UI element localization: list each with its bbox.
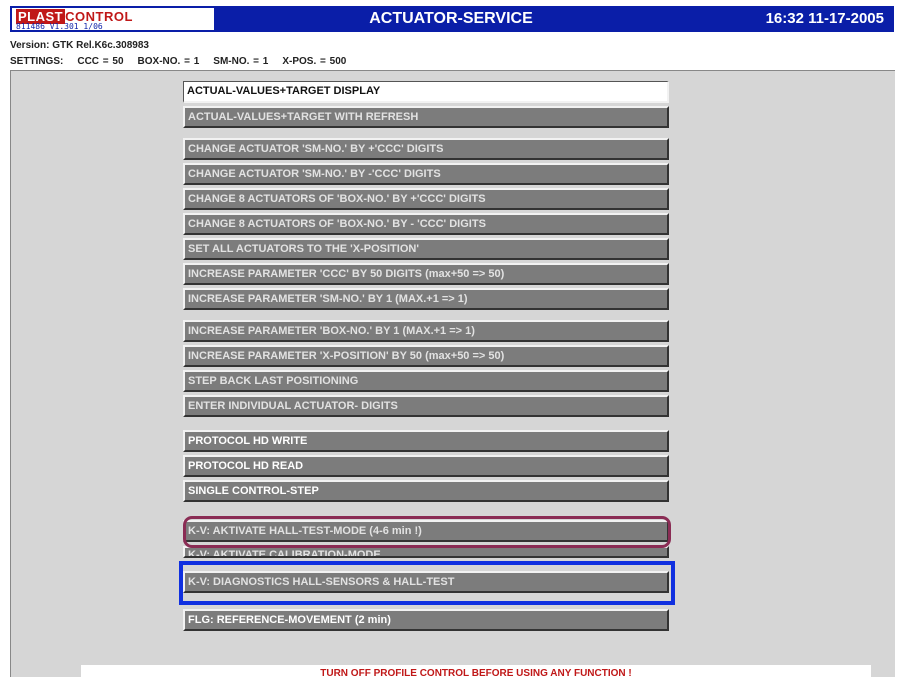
menu-enter-actuator-digits[interactable]: ENTER INDIVIDUAL ACTUATOR- DIGITS xyxy=(183,395,669,417)
setting-sm-no: SM-NO. = 1 xyxy=(213,56,269,67)
menu-increase-box-no[interactable]: INCREASE PARAMETER 'BOX-NO.' BY 1 (MAX.+… xyxy=(183,320,669,342)
page-title: ACTUATOR-SERVICE xyxy=(369,10,533,27)
version-text: Version: GTK Rel.K6c.308983 xyxy=(10,40,149,51)
plastcontrol-logo: PLAST CONTROL 811486 V1.301 1/06 xyxy=(10,6,216,32)
title-bar: PLAST CONTROL 811486 V1.301 1/06 ACTUATOR… xyxy=(10,6,894,32)
menu-panel: ACTUAL-VALUES+TARGET DISPLAY ACTUAL-VALU… xyxy=(10,70,895,683)
menu-change-actuator-plus[interactable]: CHANGE ACTUATOR 'SM-NO.' BY +'CCC' DIGIT… xyxy=(183,138,669,160)
menu-increase-x-position[interactable]: INCREASE PARAMETER 'X-POSITION' BY 50 (m… xyxy=(183,345,669,367)
menu-step-back[interactable]: STEP BACK LAST POSITIONING xyxy=(183,370,669,392)
menu-set-all-actuators[interactable]: SET ALL ACTUATORS TO THE 'X-POSITION' xyxy=(183,238,669,260)
clock-display: 16:32 11-17-2005 xyxy=(765,10,884,27)
menu-reference-movement[interactable]: FLG: REFERENCE-MOVEMENT (2 min) xyxy=(183,609,669,631)
menu-protocol-hd-write[interactable]: PROTOCOL HD WRITE xyxy=(183,430,669,452)
warning-banner: TURN OFF PROFILE CONTROL BEFORE USING AN… xyxy=(81,665,871,683)
menu-actual-values-target-display[interactable]: ACTUAL-VALUES+TARGET DISPLAY xyxy=(183,81,669,103)
settings-line: SETTINGS: CCC = 50 BOX-NO. = 1 SM-NO. = 1 X-… xyxy=(10,56,360,67)
settings-label: SETTINGS: xyxy=(10,56,64,67)
actuator-service-screen: PLAST CONTROL 811486 V1.301 1/06 ACTUATOR… xyxy=(0,0,904,684)
menu-change-8-actuators-minus[interactable]: CHANGE 8 ACTUATORS OF 'BOX-NO.' BY - 'CC… xyxy=(183,213,669,235)
highlight-diagnostics-outline xyxy=(179,561,675,605)
setting-box-no: BOX-NO. = 1 xyxy=(137,56,200,67)
menu-change-8-actuators-plus[interactable]: CHANGE 8 ACTUATORS OF 'BOX-NO.' BY +'CCC… xyxy=(183,188,669,210)
highlight-hall-test-outline xyxy=(183,516,671,548)
logo-subline: 811486 V1.301 1/06 xyxy=(16,22,103,31)
menu-change-actuator-minus[interactable]: CHANGE ACTUATOR 'SM-NO.' BY -'CCC' DIGIT… xyxy=(183,163,669,185)
menu-increase-ccc[interactable]: INCREASE PARAMETER 'CCC' BY 50 DIGITS (m… xyxy=(183,263,669,285)
menu-protocol-hd-read[interactable]: PROTOCOL HD READ xyxy=(183,455,669,477)
setting-x-pos: X-POS. = 500 xyxy=(282,56,347,67)
setting-ccc: CCC = 50 xyxy=(77,56,124,67)
menu-single-control-step[interactable]: SINGLE CONTROL-STEP xyxy=(183,480,669,502)
menu-increase-sm-no[interactable]: INCREASE PARAMETER 'SM-NO.' BY 1 (MAX.+1… xyxy=(183,288,669,310)
menu-actual-values-target-refresh[interactable]: ACTUAL-VALUES+TARGET WITH REFRESH xyxy=(183,106,669,128)
